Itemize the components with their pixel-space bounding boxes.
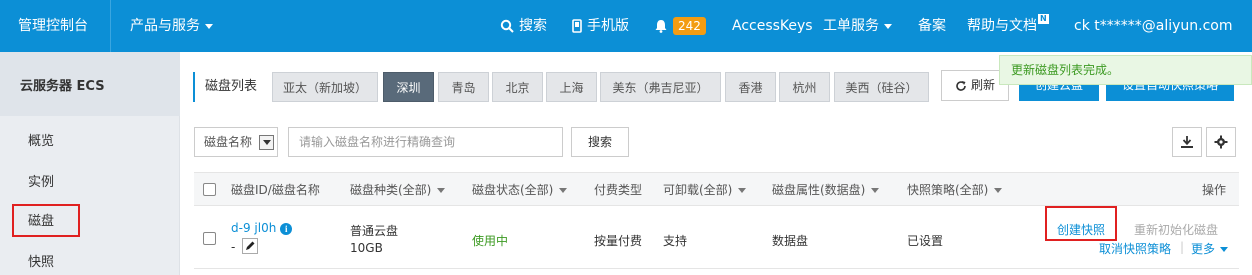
column-header-actions: 操作 [1202, 183, 1227, 197]
column-header-disk-id: 磁盘ID/磁盘名称 [231, 183, 320, 197]
column-header-status-label: 磁盘状态(全部) [472, 183, 554, 197]
notifications-button[interactable]: 242 [655, 0, 706, 52]
region-tab-us-west[interactable]: 美西（硅谷） [834, 72, 929, 102]
notification-toast: 更新磁盘列表完成。 [999, 55, 1252, 85]
sidebar-item-snapshots[interactable]: 快照 [0, 245, 180, 275]
chevron-down-icon [1220, 247, 1229, 252]
export-button[interactable] [1172, 127, 1202, 157]
column-header-status[interactable]: 磁盘状态(全部) [472, 173, 568, 207]
disk-name: - [231, 240, 236, 254]
disk-id: d-9 jl0h [231, 221, 277, 235]
disk-search-input[interactable] [288, 127, 563, 157]
table-header: 磁盘ID/磁盘名称 磁盘种类(全部) 磁盘状态(全部) 付费类型 可卸载(全部)… [194, 172, 1239, 206]
column-header-type-label: 磁盘种类(全部) [350, 183, 432, 197]
pencil-icon [246, 241, 255, 250]
filter-select[interactable]: 磁盘名称 [194, 127, 278, 157]
column-header-detachable[interactable]: 可卸载(全部) [663, 173, 747, 207]
divider [110, 0, 111, 52]
snapshot-policy-value: 已设置 [907, 234, 944, 248]
more-actions-menu[interactable]: 更多 [1191, 240, 1229, 257]
top-navigation-bar: 管理控制台 产品与服务 搜索 手机版 242 AccessKeys 工单服务 备… [0, 0, 1252, 52]
region-tab-us-east[interactable]: 美东（弗吉尼亚） [600, 72, 721, 102]
disk-list-title: 磁盘列表 [193, 72, 257, 102]
account-menu[interactable]: ck t******@aliyun.com [1074, 0, 1232, 52]
tickets-label: 工单服务 [823, 18, 879, 34]
detachable-value: 支持 [663, 234, 688, 248]
divider: | [1180, 240, 1185, 254]
column-header-detachable-label: 可卸载(全部) [663, 183, 733, 197]
chevron-down-icon [738, 188, 747, 193]
chevron-down-icon [437, 188, 446, 193]
download-icon [1181, 136, 1193, 148]
refresh-icon [956, 80, 966, 91]
chevron-down-icon [259, 135, 274, 150]
select-all-checkbox[interactable] [203, 183, 216, 196]
cancel-snapshot-policy-link[interactable]: 取消快照策略 [1099, 240, 1171, 257]
column-header-type[interactable]: 磁盘种类(全部) [350, 173, 446, 207]
region-tab-shanghai[interactable]: 上海 [546, 72, 597, 102]
search-label: 搜索 [519, 18, 547, 34]
chevron-down-icon [994, 188, 1003, 193]
disk-type: 普通云盘 [350, 224, 399, 238]
sidebar-title: 云服务器 ECS [0, 52, 180, 116]
mobile-label: 手机版 [587, 18, 629, 34]
account-label: ck t******@aliyun.com [1074, 18, 1233, 34]
accesskeys-link[interactable]: AccessKeys [732, 0, 813, 52]
edit-name-button[interactable] [242, 238, 258, 254]
more-label: 更多 [1191, 242, 1216, 256]
disk-id-link[interactable]: d-9 jl0h i [231, 221, 293, 235]
sidebar-item-overview[interactable]: 概览 [0, 124, 180, 160]
highlight-box-create-snapshot [1045, 206, 1117, 241]
search-button[interactable]: 搜索 [571, 127, 629, 157]
products-label: 产品与服务 [130, 18, 200, 34]
disk-size: 10GB [350, 241, 383, 255]
sidebar: 云服务器 ECS 概览 实例 磁盘 快照 [0, 52, 180, 275]
column-header-attribute-label: 磁盘属性(数据盘) [772, 183, 866, 197]
help-label: 帮助与文档 [967, 18, 1037, 34]
region-tab-beijing[interactable]: 北京 [492, 72, 543, 102]
column-header-attribute[interactable]: 磁盘属性(数据盘) [772, 173, 880, 207]
refresh-label: 刷新 [970, 78, 995, 92]
new-badge: N [1038, 14, 1049, 24]
reinit-disk-link[interactable]: 重新初始化磁盘 [1134, 221, 1218, 238]
row-checkbox[interactable] [203, 232, 216, 245]
sidebar-item-instances[interactable]: 实例 [0, 165, 180, 201]
region-tab-shenzhen[interactable]: 深圳 [383, 72, 434, 102]
search-link[interactable]: 搜索 [500, 0, 547, 52]
console-home-link[interactable]: 管理控制台 [18, 0, 88, 52]
region-tab-qingdao[interactable]: 青岛 [438, 72, 489, 102]
filter-select-value: 磁盘名称 [204, 135, 253, 149]
search-icon [500, 19, 514, 33]
info-icon[interactable]: i [280, 222, 293, 235]
region-tab-hangzhou[interactable]: 杭州 [779, 72, 830, 102]
mobile-phone-icon [572, 19, 582, 33]
column-header-snapshot-policy[interactable]: 快照策略(全部) [907, 173, 1003, 207]
chevron-down-icon [884, 23, 892, 29]
chevron-down-icon [871, 188, 880, 193]
status-badge: 使用中 [472, 234, 509, 248]
gear-icon [1214, 135, 1228, 149]
settings-button[interactable] [1206, 127, 1236, 157]
highlight-box-disks [12, 204, 80, 237]
mobile-link[interactable]: 手机版 [572, 0, 629, 52]
chevron-down-icon [559, 188, 568, 193]
record-link[interactable]: 备案 [918, 0, 946, 52]
tickets-menu[interactable]: 工单服务 [823, 0, 892, 52]
row-divider [194, 268, 1239, 269]
region-tab-hongkong[interactable]: 香港 [725, 72, 776, 102]
column-header-snapshot-policy-label: 快照策略(全部) [907, 183, 989, 197]
region-tab-singapore[interactable]: 亚太（新加坡） [272, 72, 378, 102]
disk-attribute: 数据盘 [772, 234, 809, 248]
chevron-down-icon [205, 23, 213, 29]
column-header-billing: 付费类型 [594, 183, 643, 197]
bell-icon [655, 20, 667, 33]
help-docs-link[interactable]: 帮助与文档 N [967, 0, 1049, 52]
billing-type: 按量付费 [594, 234, 643, 248]
notification-count-badge: 242 [673, 17, 706, 35]
products-menu[interactable]: 产品与服务 [130, 0, 213, 52]
